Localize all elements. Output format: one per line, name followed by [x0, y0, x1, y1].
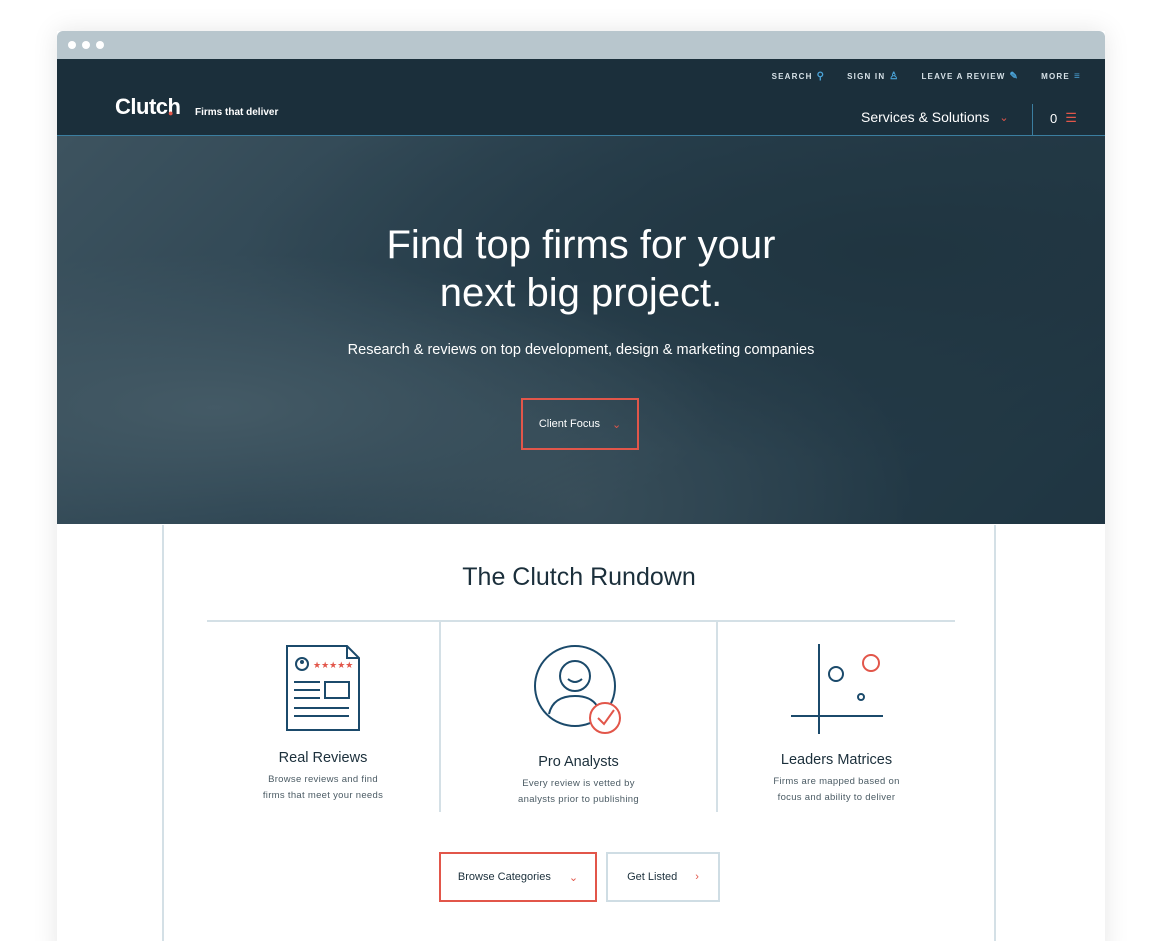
search-icon: ⚲	[816, 71, 826, 82]
window-dot	[82, 41, 90, 49]
user-icon: ♙	[889, 71, 900, 82]
feature-desc-line1: Firms are mapped based on	[773, 776, 900, 787]
menu-icon: ≡	[1073, 71, 1081, 82]
window-dot	[68, 41, 76, 49]
svg-text:★★★★★: ★★★★★	[313, 661, 353, 671]
feature-pro-analysts: Pro Analysts Every review is vetted by a…	[441, 622, 718, 812]
hero-banner: Find top firms for your next big project…	[57, 136, 1105, 524]
feature-desc-line1: Browse reviews and find	[268, 774, 378, 785]
rundown-title: The Clutch Rundown	[462, 563, 696, 591]
get-listed-label: Get Listed	[627, 871, 678, 883]
analyst-check-icon	[533, 645, 621, 734]
feature-description: Every review is vetted by analysts prior…	[441, 776, 716, 808]
chevron-down-icon: ⌄	[611, 418, 622, 431]
hero-title-line1: Find top firms for your	[386, 223, 776, 267]
feature-desc-line1: Every review is vetted by	[522, 778, 635, 789]
feature-title: Pro Analysts	[538, 754, 619, 770]
feature-title: Leaders Matrices	[780, 752, 893, 768]
browse-categories-label: Browse Categories	[457, 871, 551, 883]
services-dropdown[interactable]: Services & Solutions ⌄	[861, 109, 1009, 125]
get-listed-button[interactable]: Get Listed ›	[606, 852, 720, 902]
feature-description: Firms are mapped based on focus and abil…	[718, 774, 955, 806]
top-navigation: Clutch ● Firms that deliver SEARCH ⚲ SIG…	[57, 59, 1105, 136]
leave-review-link[interactable]: LEAVE A REVIEW ✎	[921, 71, 1019, 82]
browser-frame: Clutch ● Firms that deliver SEARCH ⚲ SIG…	[57, 31, 1105, 941]
browse-categories-button[interactable]: Browse Categories ⌄	[439, 852, 597, 902]
window-dot	[96, 41, 104, 49]
chevron-down-icon: ⌄	[999, 111, 1009, 124]
sign-in-label: SIGN IN	[847, 72, 886, 81]
client-focus-label: Client Focus	[538, 418, 600, 430]
hero-title: Find top firms for your next big project…	[57, 221, 1105, 317]
feature-desc-line2: firms that meet your needs	[262, 790, 384, 801]
hero-overlay	[57, 136, 1105, 524]
chevron-down-icon: ⌄	[568, 871, 579, 884]
pencil-icon: ✎	[1009, 71, 1020, 82]
nav-divider	[1032, 104, 1033, 136]
services-label: Services & Solutions	[861, 109, 990, 125]
more-menu[interactable]: MORE ≡	[1041, 71, 1081, 82]
feature-leaders-matrices: Leaders Matrices Firms are mapped based …	[718, 622, 955, 812]
feature-desc-line2: focus and ability to deliver	[777, 792, 896, 803]
shortlist-button[interactable]: 0 ☰	[1050, 110, 1077, 126]
hero-title-line2: next big project.	[439, 271, 723, 315]
search-label: SEARCH	[771, 72, 813, 81]
leave-review-label: LEAVE A REVIEW	[921, 72, 1006, 81]
search-link[interactable]: SEARCH ⚲	[772, 71, 826, 82]
client-focus-button[interactable]: Client Focus ⌄	[521, 398, 639, 450]
review-document-icon: ★★★★★	[286, 645, 360, 731]
logo-dot-icon: ●	[168, 108, 173, 118]
feature-description: Browse reviews and find firms that meet …	[207, 772, 439, 804]
clutch-logo[interactable]: Clutch ●	[115, 94, 181, 120]
chevron-right-icon: ›	[695, 871, 699, 883]
feature-desc-line2: analysts prior to publishing	[518, 794, 639, 805]
hero-subtitle: Research & reviews on top development, d…	[347, 342, 815, 358]
feature-real-reviews: ★★★★★ Real Reviews Browse reviews and fi…	[207, 622, 441, 812]
browser-chrome	[57, 31, 1105, 59]
tagline: Firms that deliver	[195, 107, 279, 118]
sign-in-link[interactable]: SIGN IN ♙	[847, 71, 899, 82]
shortlist-count: 0	[1050, 110, 1058, 126]
rundown-section: The Clutch Rundown ★★★★★ Real Reviews Br…	[162, 525, 996, 941]
matrix-chart-icon	[790, 644, 883, 734]
utility-nav: SEARCH ⚲ SIGN IN ♙ LEAVE A REVIEW ✎ MORE…	[772, 71, 1081, 82]
more-label: MORE	[1041, 72, 1070, 81]
list-icon: ☰	[1065, 110, 1077, 125]
feature-title: Real Reviews	[278, 750, 368, 766]
